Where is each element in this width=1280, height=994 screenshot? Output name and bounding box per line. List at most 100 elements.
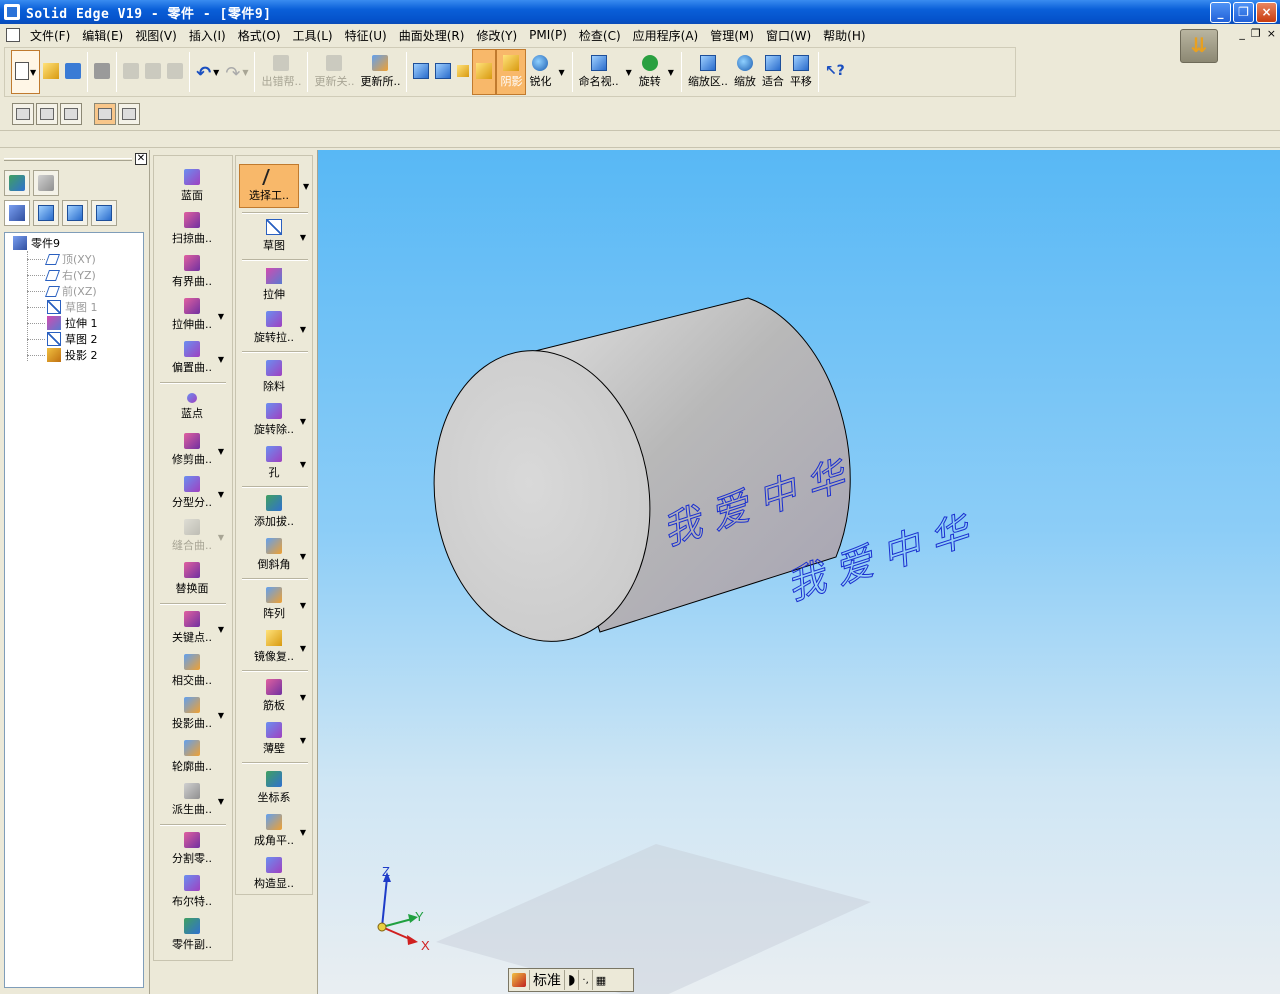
view-front-button[interactable] — [454, 49, 472, 95]
tool-draft[interactable]: 添加拔.. — [236, 492, 312, 532]
chevron-down-icon[interactable]: ▼ — [300, 460, 306, 469]
rotate-button[interactable]: 旋转 — [636, 49, 664, 95]
chevron-down-icon[interactable]: ▼ — [626, 68, 632, 77]
tab-properties[interactable] — [91, 200, 117, 226]
tree-item-sketch-1[interactable]: 草图 1 — [5, 299, 143, 315]
tool-cutout[interactable]: 除料 — [236, 357, 312, 397]
chevron-down-icon[interactable]: ▼ — [218, 711, 224, 720]
chevron-down-icon[interactable]: ▼ — [242, 68, 248, 77]
panel-grip[interactable] — [4, 158, 132, 161]
view-top-button[interactable] — [432, 49, 454, 95]
save-button[interactable] — [62, 49, 84, 95]
tool-pattern[interactable]: 阵列 ▼ — [236, 584, 312, 624]
copy-button[interactable] — [142, 49, 164, 95]
chevron-down-icon[interactable]: ▼ — [218, 447, 224, 456]
select-filter-alt-button[interactable] — [118, 103, 140, 125]
chevron-down-icon[interactable]: ▼ — [218, 490, 224, 499]
chevron-down-icon[interactable]: ▼ — [300, 601, 306, 610]
chevron-down-icon[interactable]: ▼ — [300, 233, 306, 242]
chevron-down-icon[interactable]: ▼ — [303, 182, 309, 191]
menu-features[interactable]: 特征(U) — [339, 27, 393, 44]
chevron-down-icon[interactable]: ▼ — [218, 355, 224, 364]
tool-replace-face[interactable]: 替换面 — [154, 559, 230, 599]
chevron-down-icon[interactable]: ▼ — [558, 68, 564, 77]
select-filter-button[interactable] — [94, 103, 116, 125]
tree-item-sketch-2[interactable]: 草图 2 — [5, 331, 143, 347]
chevron-down-icon[interactable]: ▼ — [218, 625, 224, 634]
chevron-down-icon[interactable]: ▼ — [300, 828, 306, 837]
named-view-button[interactable]: 命名视.. — [576, 49, 622, 95]
paste-button[interactable] — [164, 49, 186, 95]
document-icon[interactable] — [6, 28, 20, 42]
menu-help[interactable]: 帮助(H) — [817, 27, 871, 44]
fit-button[interactable]: 适合 — [759, 49, 787, 95]
tool-part-copy[interactable]: 零件副.. — [154, 915, 230, 955]
tool-construction-display[interactable]: 构造显.. — [236, 854, 312, 894]
tool-trim-surface[interactable]: 修剪曲.. ▼ — [154, 430, 230, 470]
view-iso-button[interactable] — [410, 49, 432, 95]
tool-offset-surface[interactable]: 偏置曲.. ▼ — [154, 338, 230, 378]
solid-edge-app-icon[interactable] — [4, 4, 20, 20]
tool-coordinate-system[interactable]: 坐标系 — [236, 768, 312, 808]
tool-stitched-surface[interactable]: 缝合曲.. ▼ — [154, 516, 230, 556]
chevron-down-icon[interactable]: ▼ — [300, 644, 306, 653]
chevron-down-icon[interactable]: ▼ — [218, 797, 224, 806]
tool-select[interactable]: 选择工.. — [239, 164, 299, 208]
tab-sensors[interactable] — [62, 200, 88, 226]
sharpen-button[interactable]: 锐化 — [526, 49, 554, 95]
punctuation-toggle[interactable]: ·, — [579, 970, 593, 990]
tree-root-part[interactable]: 零件9 — [5, 235, 143, 251]
chevron-down-icon[interactable]: ▼ — [218, 533, 224, 542]
graphics-viewport[interactable]: 我 爱 中 华 我 爱 中 华 Z Y X — [317, 150, 1280, 994]
tool-extruded-surface[interactable]: 拉伸曲.. ▼ — [154, 295, 230, 335]
tool-hole[interactable]: 孔 ▼ — [236, 443, 312, 483]
tree-item-extrude-1[interactable]: 拉伸 1 — [5, 315, 143, 331]
chevron-down-icon[interactable]: ▼ — [300, 325, 306, 334]
tool-intersection-curve[interactable]: 相交曲.. — [154, 651, 230, 691]
menu-inspect[interactable]: 检查(C) — [573, 27, 627, 44]
tool-bluedot[interactable]: 蓝点 — [154, 387, 230, 427]
chevron-down-icon[interactable]: ▼ — [668, 68, 674, 77]
tool-bounded-surface[interactable]: 有界曲.. — [154, 252, 230, 292]
chevron-down-icon[interactable]: ⇊ — [1180, 29, 1218, 63]
tool-boolean-feature[interactable]: 布尔特.. — [154, 872, 230, 912]
chevron-down-icon[interactable]: ▼ — [218, 312, 224, 321]
half-width-toggle[interactable]: ◗ — [565, 970, 580, 990]
tool-thin-wall[interactable]: 薄壁 ▼ — [236, 719, 312, 759]
soft-keyboard-icon[interactable]: ▦ — [593, 970, 609, 990]
redo-button[interactable]: ↷ ▼ — [222, 49, 251, 95]
whats-this-help-button[interactable]: ↖? — [822, 49, 845, 95]
chevron-down-icon[interactable]: ▼ — [300, 693, 306, 702]
tab-layers[interactable] — [4, 170, 30, 196]
tool-project-curve[interactable]: 投影曲.. ▼ — [154, 694, 230, 734]
tool-revolve[interactable]: 旋转拉.. ▼ — [236, 308, 312, 348]
chevron-down-icon[interactable]: ▼ — [300, 417, 306, 426]
tool-parting-split[interactable]: 分型分.. ▼ — [154, 473, 230, 513]
menu-applications[interactable]: 应用程序(A) — [627, 27, 705, 44]
view-orientation-button[interactable] — [60, 103, 82, 125]
menu-pmi[interactable]: PMI(P) — [523, 28, 573, 42]
tool-keypoint-curve[interactable]: 关键点.. ▼ — [154, 608, 230, 648]
undo-button[interactable]: ↶ ▼ — [193, 49, 222, 95]
zoom-area-button[interactable]: 缩放区.. — [685, 49, 731, 95]
tool-chamfer[interactable]: 倒斜角 ▼ — [236, 535, 312, 575]
panel-close-button[interactable]: ✕ — [135, 153, 147, 165]
menu-tools[interactable]: 工具(L) — [287, 27, 339, 44]
menu-format[interactable]: 格式(O) — [232, 27, 287, 44]
previous-view-button[interactable] — [36, 103, 58, 125]
tool-derived-curve[interactable]: 派生曲.. ▼ — [154, 780, 230, 820]
chevron-down-icon[interactable]: ▼ — [300, 736, 306, 745]
tool-split-part[interactable]: 分割零.. — [154, 829, 230, 869]
shaded-edges-button[interactable] — [472, 49, 497, 95]
tab-family[interactable] — [33, 170, 59, 196]
menu-view[interactable]: 视图(V) — [129, 27, 183, 44]
update-off-button[interactable]: 更新关.. — [311, 49, 357, 95]
tool-bluesurf[interactable]: 蓝面 — [154, 166, 230, 206]
mdi-restore-button[interactable]: ❐ — [1251, 27, 1261, 40]
menu-insert[interactable]: 插入(I) — [183, 27, 232, 44]
menu-file[interactable]: 文件(F) — [24, 27, 76, 44]
restore-button[interactable]: ❐ — [1233, 2, 1254, 23]
chevron-down-icon[interactable]: ▼ — [213, 68, 219, 77]
tree-item-top-plane[interactable]: 顶(XY) — [5, 251, 143, 267]
mdi-minimize-button[interactable]: _ — [1239, 27, 1245, 40]
